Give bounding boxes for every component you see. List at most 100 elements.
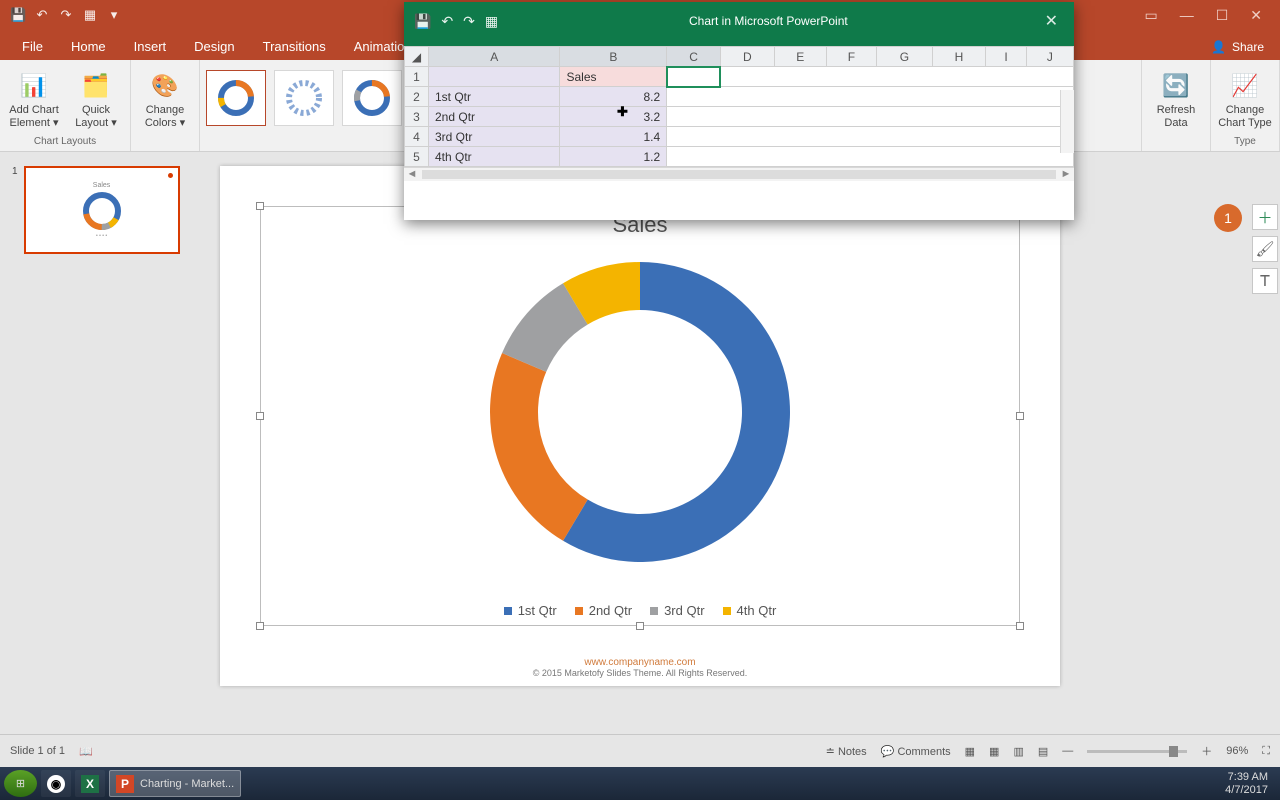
row-2[interactable]: 2 (405, 87, 429, 107)
row-1[interactable]: 1 (405, 67, 429, 87)
taskbar-chrome[interactable]: ◉ (41, 770, 71, 797)
chart-style-thumb-3[interactable] (342, 70, 402, 126)
col-A[interactable]: A (429, 47, 560, 67)
slideshow-view-icon[interactable]: ▤ (1038, 745, 1048, 758)
col-C[interactable]: C (667, 47, 721, 67)
minimize-icon[interactable]: — (1180, 7, 1194, 24)
edit-data-icon[interactable]: ▦ (485, 13, 498, 30)
comments-toggle[interactable]: 💬 Comments (881, 745, 951, 758)
refresh-data-button[interactable]: 🔄 Refresh Data (1148, 64, 1204, 130)
quick-layout-button[interactable]: 🗂️ Quick Layout ▾ (68, 64, 124, 130)
slide-thumb-1[interactable]: Sales • • • • (24, 166, 180, 254)
zoom-slider[interactable] (1087, 750, 1187, 753)
col-I[interactable]: I (986, 47, 1027, 67)
col-H[interactable]: H (932, 47, 986, 67)
chart-object[interactable]: Sales 1st Qtr 2nd Qtr 3rd Qtr 4th Qtr (260, 206, 1020, 626)
resize-handle[interactable] (256, 622, 264, 630)
slide-canvas[interactable]: 1 ＋ 🖌 𝖳 Sales 1st Qtr 2nd Qtr (200, 152, 1280, 734)
comment-count-badge[interactable]: 1 (1214, 204, 1242, 232)
cells[interactable] (667, 87, 1074, 107)
chart-styles-gallery[interactable] (206, 64, 402, 126)
tab-insert[interactable]: Insert (120, 33, 181, 60)
chart-filters-button[interactable]: 𝖳 (1252, 268, 1278, 294)
taskbar-powerpoint[interactable]: PCharting - Market... (109, 770, 241, 797)
qat-more-icon[interactable]: ▾ (106, 7, 122, 23)
cell-B5[interactable]: 1.2 (560, 147, 667, 167)
chart-data-window[interactable]: 💾 ↶ ↷ ▦ Chart in Microsoft PowerPoint ✕ … (404, 2, 1074, 220)
sorter-view-icon[interactable]: ▦ (989, 745, 999, 758)
cell-C1[interactable] (667, 67, 721, 87)
cell-B1[interactable]: Sales (560, 67, 667, 87)
change-chart-type-button[interactable]: 📈 Change Chart Type (1217, 64, 1273, 130)
chart-styles-button[interactable]: 🖌 (1252, 236, 1278, 262)
row-5[interactable]: 5 (405, 147, 429, 167)
row-4[interactable]: 4 (405, 127, 429, 147)
undo-icon[interactable]: ↶ (441, 13, 453, 30)
cell-B4[interactable]: 1.4 (560, 127, 667, 147)
slideshow-icon[interactable]: ▦ (82, 7, 98, 23)
share-button[interactable]: 👤 Share (1195, 34, 1280, 60)
cells[interactable] (667, 147, 1074, 167)
normal-view-icon[interactable]: ▦ (965, 745, 975, 758)
col-G[interactable]: G (877, 47, 932, 67)
row-3[interactable]: 3 (405, 107, 429, 127)
resize-handle[interactable] (1016, 412, 1024, 420)
cell-A3[interactable]: 2nd Qtr (429, 107, 560, 127)
h-scrollbar[interactable]: ◄► (404, 167, 1074, 181)
notes-toggle[interactable]: ≐ Notes (826, 745, 867, 758)
tab-transitions[interactable]: Transitions (249, 33, 340, 60)
cells[interactable] (667, 127, 1074, 147)
cell-B2[interactable]: 8.2 (560, 87, 667, 107)
col-D[interactable]: D (720, 47, 774, 67)
cell-A2[interactable]: 1st Qtr (429, 87, 560, 107)
chart-style-thumb-1[interactable] (206, 70, 266, 126)
tab-home[interactable]: Home (57, 33, 120, 60)
col-J[interactable]: J (1026, 47, 1073, 67)
doughnut-chart[interactable] (480, 252, 800, 572)
reading-view-icon[interactable]: ▥ (1013, 745, 1023, 758)
cell-A1[interactable] (429, 67, 560, 87)
change-colors-button[interactable]: 🎨 Change Colors ▾ (137, 64, 193, 130)
cell-B3[interactable]: 3.2 (560, 107, 667, 127)
redo-icon[interactable]: ↷ (463, 13, 475, 30)
chart-legend[interactable]: 1st Qtr 2nd Qtr 3rd Qtr 4th Qtr (260, 603, 1020, 618)
col-F[interactable]: F (826, 47, 876, 67)
start-button[interactable]: ⊞ (4, 770, 37, 797)
undo-icon[interactable]: ↶ (34, 7, 50, 23)
maximize-icon[interactable]: ☐ (1216, 7, 1229, 24)
resize-handle[interactable] (256, 412, 264, 420)
ribbon-options-icon[interactable]: ▭ (1144, 7, 1157, 24)
resize-handle[interactable] (636, 622, 644, 630)
spellcheck-icon[interactable]: 📖 (79, 745, 93, 758)
data-grid[interactable]: ◢ A B C D E F G H I J 1 Sales 21st Qtr8.… (404, 46, 1074, 167)
chart-style-thumb-2[interactable] (274, 70, 334, 126)
col-B[interactable]: B (560, 47, 667, 67)
system-tray-clock[interactable]: 7:39 AM 4/7/2017 (1225, 771, 1276, 795)
chart-elements-button[interactable]: ＋ (1252, 204, 1278, 230)
select-all[interactable]: ◢ (405, 47, 429, 67)
zoom-in-icon[interactable]: ＋ (1201, 743, 1212, 759)
resize-handle[interactable] (1016, 622, 1024, 630)
fit-slide-icon[interactable]: ⛶ (1262, 745, 1270, 758)
doughnut-slice[interactable] (490, 353, 588, 541)
zoom-out-icon[interactable]: — (1062, 745, 1073, 757)
redo-icon[interactable]: ↷ (58, 7, 74, 23)
zoom-thumb[interactable] (1169, 746, 1178, 757)
close-icon[interactable]: ✕ (1250, 7, 1262, 24)
cells[interactable] (720, 67, 1073, 87)
tab-design[interactable]: Design (180, 33, 248, 60)
cells[interactable] (667, 107, 1074, 127)
cell-A4[interactable]: 3rd Qtr (429, 127, 560, 147)
add-chart-element-button[interactable]: 📊 Add Chart Element ▾ (6, 64, 62, 130)
resize-handle[interactable] (256, 202, 264, 210)
save-icon[interactable]: 💾 (414, 13, 431, 30)
datawin-close-icon[interactable]: ✕ (1029, 11, 1074, 31)
legend-label: 1st Qtr (518, 603, 557, 618)
col-E[interactable]: E (774, 47, 826, 67)
cell-A5[interactable]: 4th Qtr (429, 147, 560, 167)
tab-file[interactable]: File (8, 33, 57, 60)
taskbar-excel[interactable]: X (75, 770, 105, 797)
save-icon[interactable]: 💾 (10, 7, 26, 23)
v-scrollbar[interactable] (1060, 90, 1074, 153)
zoom-value[interactable]: 96% (1226, 745, 1248, 757)
